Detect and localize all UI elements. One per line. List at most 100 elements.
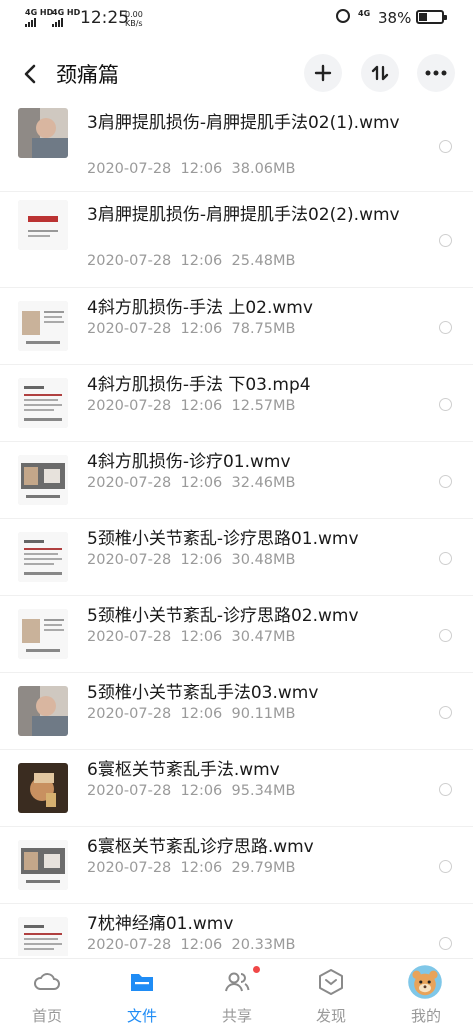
signal-icon: 4G HD: [25, 9, 53, 27]
file-time: 12:06: [180, 161, 223, 177]
file-size: 25.48MB: [231, 253, 296, 269]
more-icon: [425, 70, 447, 76]
add-button[interactable]: [304, 54, 342, 92]
tab-files[interactable]: 文件: [95, 959, 189, 1025]
file-date: 2020-07-28: [87, 629, 172, 645]
net-speed-unit: KB/s: [125, 19, 143, 28]
file-time: 12:06: [180, 706, 223, 722]
file-size: 32.46MB: [231, 475, 296, 491]
file-row[interactable]: 5颈椎小关节紊乱-诊疗思路02.wmv 2020-07-28 12:06 30.4…: [0, 596, 473, 673]
file-date: 2020-07-28: [87, 860, 172, 876]
select-radio[interactable]: [439, 706, 452, 719]
tab-home[interactable]: 首页: [0, 959, 94, 1025]
file-row[interactable]: 6寰枢关节紊乱诊疗思路.wmv 2020-07-28 12:06 29.79MB: [0, 827, 473, 904]
cloud-icon: [34, 973, 60, 990]
file-thumbnail: [18, 686, 68, 736]
network-type: 4G: [358, 9, 371, 18]
file-list: 3肩胛提肌损伤-肩胛提肌手法02(1).wmv 2020-07-28 12:06 …: [0, 100, 473, 956]
file-date: 2020-07-28: [87, 475, 172, 491]
tab-label: 共享: [221, 1007, 252, 1025]
file-size: 30.47MB: [231, 629, 296, 645]
select-radio[interactable]: [439, 140, 452, 153]
file-date: 2020-07-28: [87, 398, 172, 414]
file-meta: 2020-07-28 12:06 90.11MB: [87, 706, 295, 722]
back-button[interactable]: [18, 61, 44, 87]
more-button[interactable]: [417, 54, 455, 92]
file-thumbnail: [18, 609, 68, 659]
file-time: 12:06: [180, 937, 223, 953]
file-meta: 2020-07-28 12:06 20.33MB: [87, 937, 295, 953]
file-meta: 2020-07-28 12:06 25.48MB: [87, 253, 295, 269]
tab-bar: 首页 文件 共享 发现 我的: [0, 958, 473, 1025]
tab-label: 发现: [315, 1007, 346, 1025]
tab-share[interactable]: 共享: [190, 959, 284, 1025]
file-date: 2020-07-28: [87, 937, 172, 953]
file-name: 4斜方肌损伤-手法 上02.wmv: [87, 298, 313, 318]
file-date: 2020-07-28: [87, 321, 172, 337]
file-time: 12:06: [180, 860, 223, 876]
file-thumbnail: [18, 840, 68, 890]
select-radio[interactable]: [439, 321, 452, 334]
select-radio[interactable]: [439, 552, 452, 565]
file-name: 5颈椎小关节紊乱-诊疗思路02.wmv: [87, 606, 359, 626]
file-time: 12:06: [180, 253, 223, 269]
clock: 12:25: [80, 8, 129, 28]
file-row[interactable]: 5颈椎小关节紊乱-诊疗思路01.wmv 2020-07-28 12:06 30.4…: [0, 519, 473, 596]
file-row[interactable]: 3肩胛提肌损伤-肩胛提肌手法02(1).wmv 2020-07-28 12:06 …: [0, 100, 473, 192]
select-radio[interactable]: [439, 860, 452, 873]
select-radio[interactable]: [439, 783, 452, 796]
file-row[interactable]: 3肩胛提肌损伤-肩胛提肌手法02(2).wmv 2020-07-28 12:06 …: [0, 192, 473, 288]
file-size: 95.34MB: [231, 783, 296, 799]
file-row[interactable]: 5颈椎小关节紊乱手法03.wmv 2020-07-28 12:06 90.11MB: [0, 673, 473, 750]
net-speed: 0.00 KB/s: [125, 10, 143, 28]
header: 颈痛篇: [0, 48, 473, 98]
tab-me[interactable]: 我的: [379, 959, 473, 1025]
file-row[interactable]: 6寰枢关节紊乱手法.wmv 2020-07-28 12:06 95.34MB: [0, 750, 473, 827]
select-radio[interactable]: [439, 629, 452, 642]
battery-icon: [416, 10, 447, 24]
file-row[interactable]: 4斜方肌损伤-诊疗01.wmv 2020-07-28 12:06 32.46MB: [0, 442, 473, 519]
file-row[interactable]: 4斜方肌损伤-手法 上02.wmv 2020-07-28 12:06 78.75M…: [0, 288, 473, 365]
file-row[interactable]: 7枕神经痛01.wmv 2020-07-28 12:06 20.33MB: [0, 904, 473, 956]
file-name: 3肩胛提肌损伤-肩胛提肌手法02(1).wmv: [87, 113, 400, 133]
file-size: 30.48MB: [231, 552, 296, 568]
select-radio[interactable]: [439, 937, 452, 950]
file-thumbnail: [18, 917, 68, 956]
file-thumbnail: [18, 200, 68, 250]
file-name: 4斜方肌损伤-诊疗01.wmv: [87, 452, 291, 472]
file-size: 12.57MB: [231, 398, 296, 414]
signal-label: 4G HD: [52, 8, 81, 17]
signal-label: 4G HD: [25, 8, 54, 17]
file-meta: 2020-07-28 12:06 38.06MB: [87, 161, 295, 177]
file-time: 12:06: [180, 398, 223, 414]
signal-icon: 4G HD: [52, 9, 80, 27]
file-size: 38.06MB: [231, 161, 296, 177]
folder-icon: [131, 974, 153, 991]
tab-discover[interactable]: 发现: [284, 959, 378, 1025]
alarm-icon: [336, 9, 350, 23]
file-time: 12:06: [180, 629, 223, 645]
tab-label: 文件: [126, 1007, 157, 1025]
file-meta: 2020-07-28 12:06 30.48MB: [87, 552, 295, 568]
file-meta: 2020-07-28 12:06 30.47MB: [87, 629, 295, 645]
file-thumbnail: [18, 455, 68, 505]
file-date: 2020-07-28: [87, 161, 172, 177]
file-name: 5颈椎小关节紊乱手法03.wmv: [87, 683, 319, 703]
file-size: 29.79MB: [231, 860, 296, 876]
file-thumbnail: [18, 108, 68, 158]
tab-label: 首页: [31, 1007, 62, 1025]
battery-percent: 38%: [378, 9, 412, 27]
file-row[interactable]: 4斜方肌损伤-手法 下03.mp4 2020-07-28 12:06 12.57M…: [0, 365, 473, 442]
file-name: 5颈椎小关节紊乱-诊疗思路01.wmv: [87, 529, 359, 549]
people-icon: [225, 972, 250, 992]
file-name: 6寰枢关节紊乱诊疗思路.wmv: [87, 837, 314, 857]
file-meta: 2020-07-28 12:06 78.75MB: [87, 321, 295, 337]
file-date: 2020-07-28: [87, 783, 172, 799]
select-radio[interactable]: [439, 475, 452, 488]
avatar: [408, 965, 442, 999]
file-thumbnail: [18, 301, 68, 351]
sort-button[interactable]: [361, 54, 399, 92]
select-radio[interactable]: [439, 234, 452, 247]
select-radio[interactable]: [439, 398, 452, 411]
file-meta: 2020-07-28 12:06 12.57MB: [87, 398, 295, 414]
